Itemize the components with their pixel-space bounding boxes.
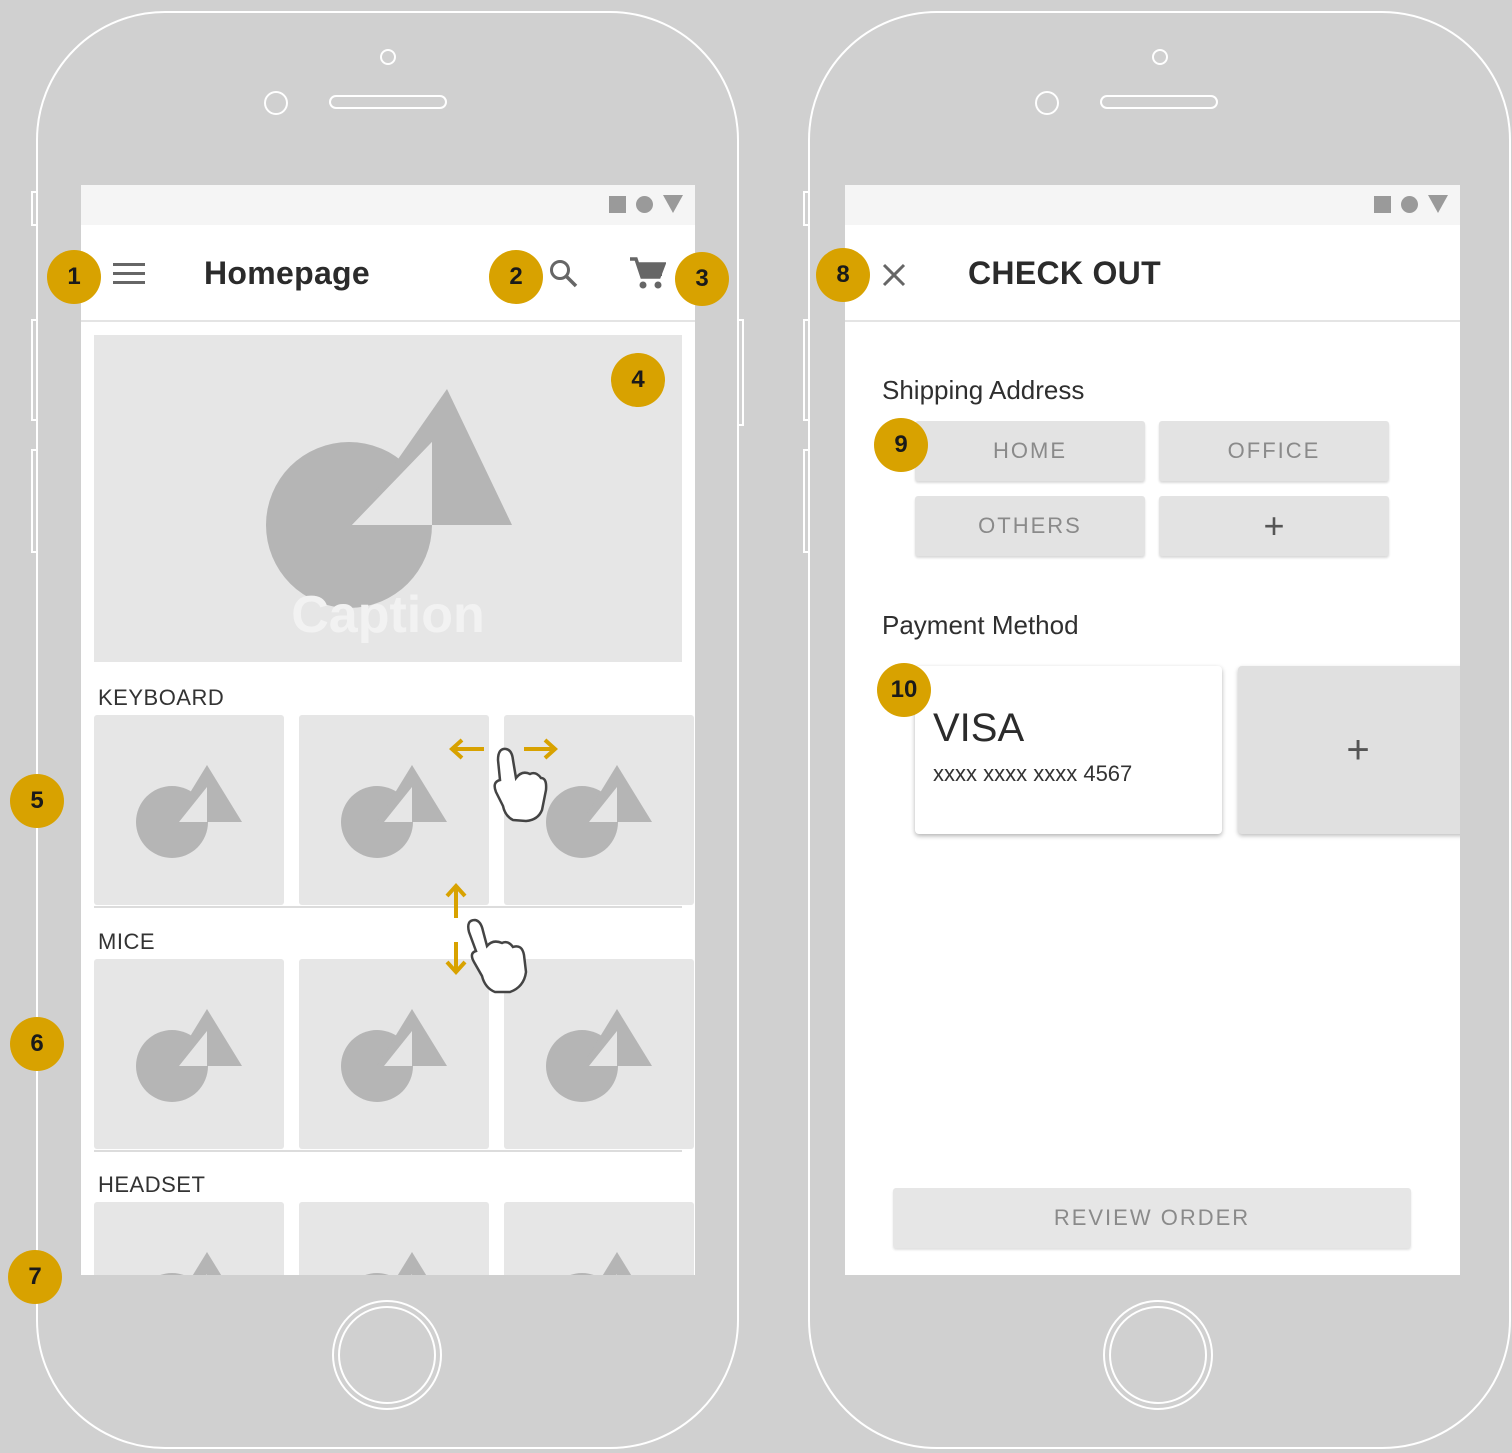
callout-badge-7: 7 bbox=[8, 1250, 62, 1304]
callout-badge-2: 2 bbox=[489, 250, 543, 304]
callout-badge-9: 9 bbox=[874, 418, 928, 472]
hand-pointer-icon bbox=[467, 918, 528, 994]
callout-badge-4: 4 bbox=[611, 353, 665, 407]
gesture-annotations bbox=[445, 738, 558, 994]
callout-badge-10: 10 bbox=[877, 663, 931, 717]
callout-badge-3: 3 bbox=[675, 252, 729, 306]
callout-badge-1: 1 bbox=[47, 250, 101, 304]
hand-pointer-icon bbox=[493, 747, 548, 823]
swipe-vertical-arrows-icon bbox=[445, 883, 467, 975]
callout-badge-8: 8 bbox=[816, 248, 870, 302]
callout-badge-5: 5 bbox=[10, 774, 64, 828]
callout-badge-6: 6 bbox=[10, 1017, 64, 1071]
